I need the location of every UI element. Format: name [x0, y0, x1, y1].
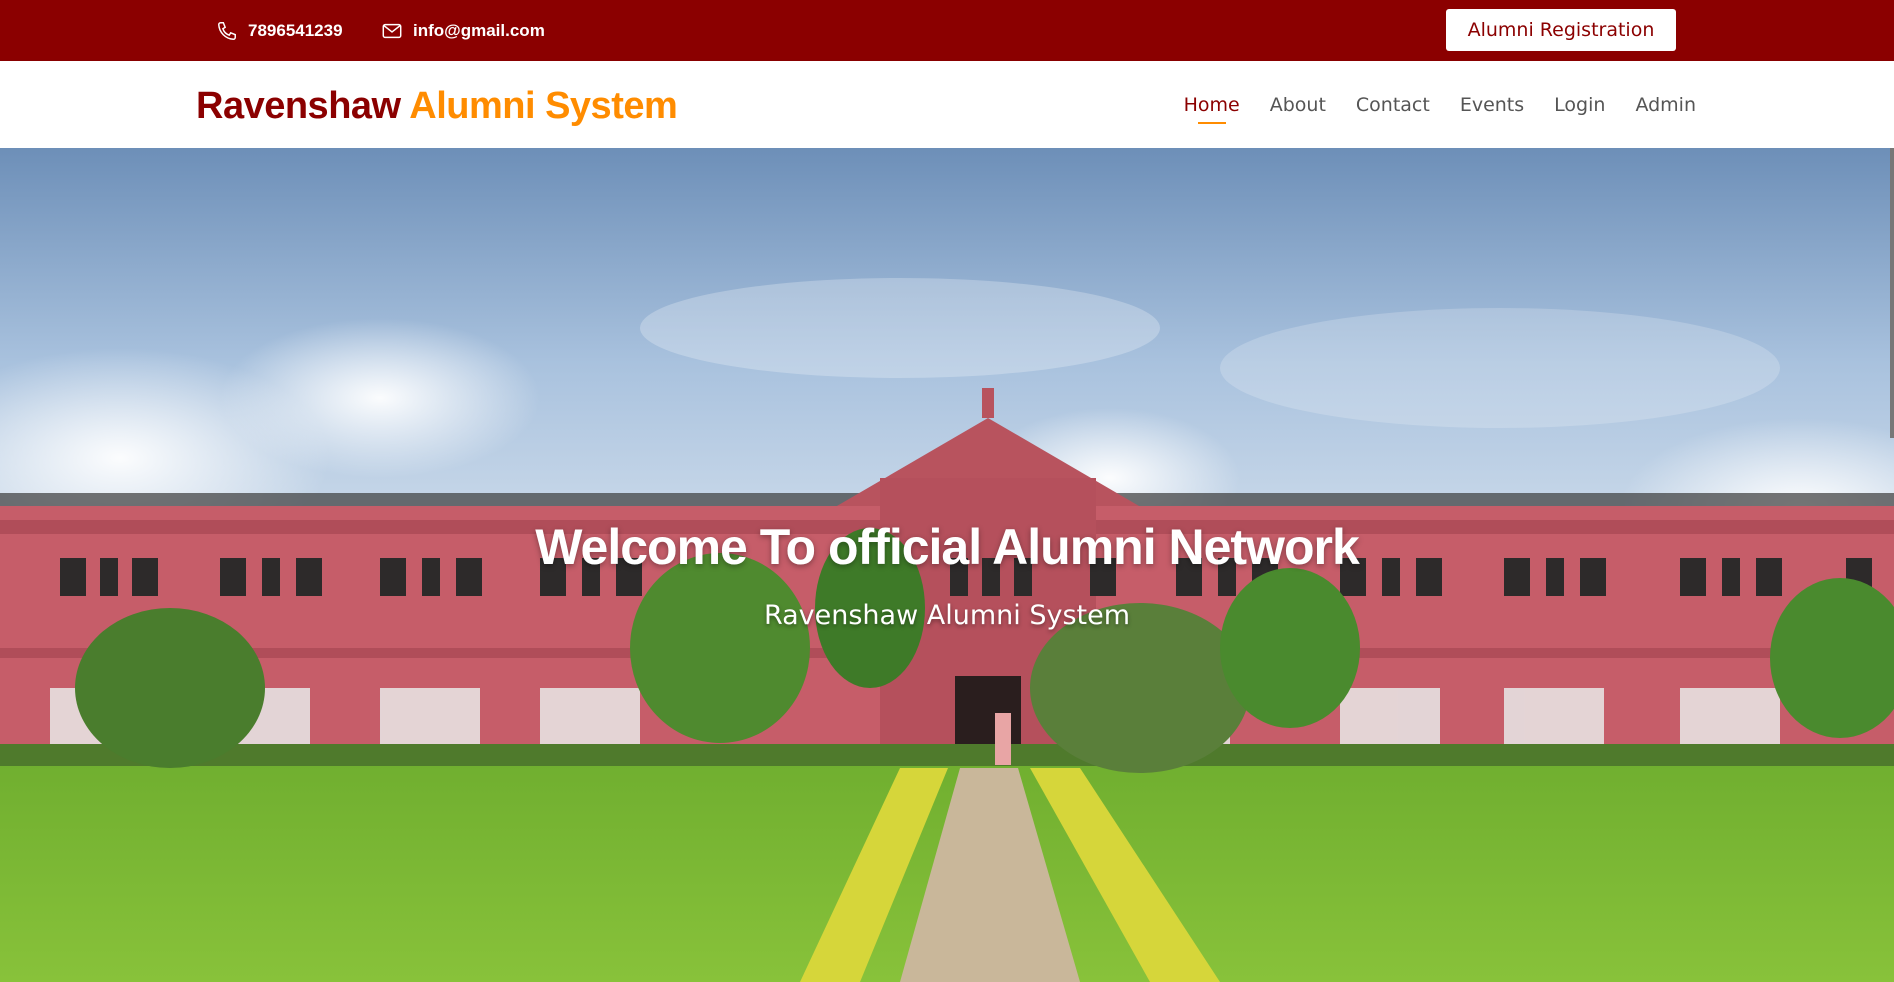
page-scrollbar[interactable] — [1890, 148, 1894, 438]
alumni-registration-button[interactable]: Alumni Registration — [1446, 9, 1676, 51]
email-contact[interactable]: info@gmail.com — [381, 0, 545, 61]
nav-login[interactable]: Login — [1554, 94, 1605, 116]
nav-menu: Home About Contact Events Login Admin — [1184, 61, 1696, 148]
envelope-icon — [382, 23, 402, 38]
top-contact-bar: 7896541239 info@gmail.com Alumni Registr… — [0, 0, 1894, 61]
hero-subtitle: Ravenshaw Alumni System — [763, 600, 1131, 631]
hero-title: Welcome To official Alumni Network — [535, 519, 1360, 575]
nav-about[interactable]: About — [1270, 94, 1326, 116]
main-navbar: Ravenshaw Alumni System Home About Conta… — [0, 61, 1894, 148]
nav-admin[interactable]: Admin — [1635, 94, 1696, 116]
email-address: info@gmail.com — [413, 20, 545, 40]
phone-icon — [218, 21, 236, 40]
nav-home[interactable]: Home — [1184, 94, 1240, 124]
phone-number: 7896541239 — [248, 20, 343, 40]
logo-part-alumni-system: Alumni System — [409, 85, 678, 127]
logo-part-ravenshaw: Ravenshaw — [196, 85, 401, 127]
nav-contact[interactable]: Contact — [1356, 94, 1430, 116]
site-logo[interactable]: Ravenshaw Alumni System — [196, 85, 678, 128]
phone-contact[interactable]: 7896541239 — [216, 0, 343, 61]
hero-section: Welcome To official Alumni Network Raven… — [0, 148, 1894, 982]
nav-events[interactable]: Events — [1460, 94, 1524, 116]
